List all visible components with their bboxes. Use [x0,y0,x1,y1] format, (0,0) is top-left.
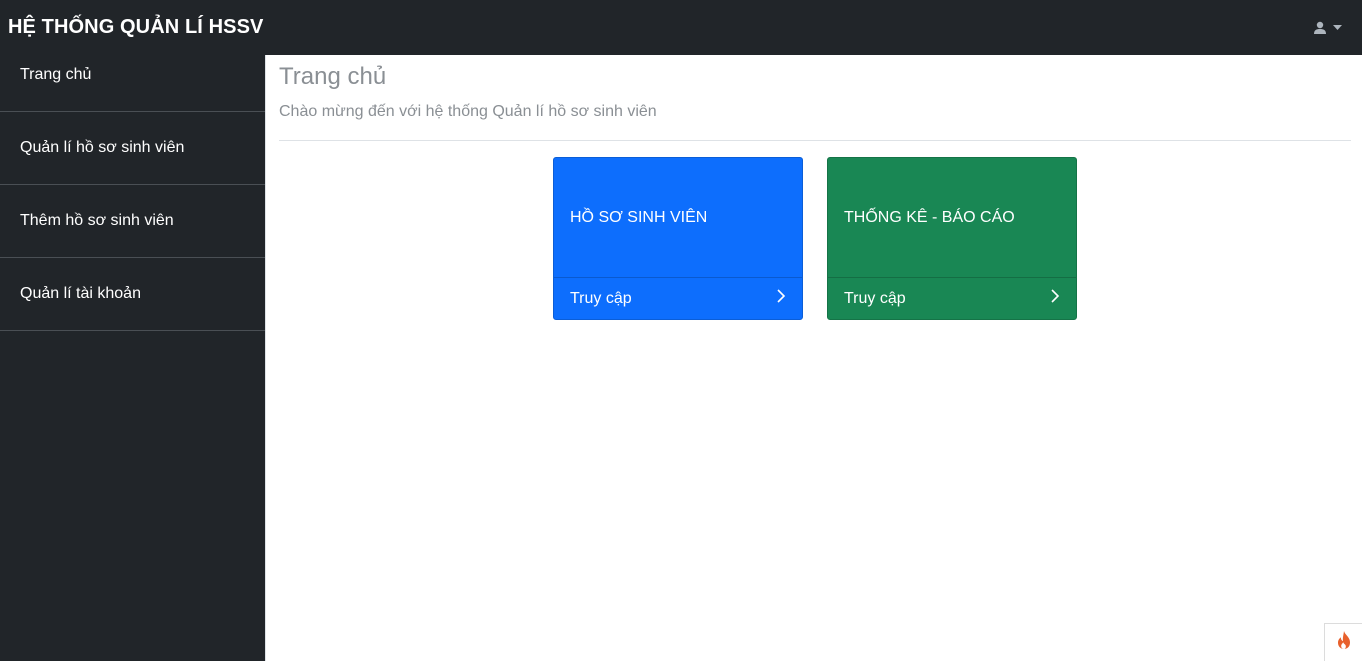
sidebar-item-label: Thêm hồ sơ sinh viên [20,212,174,229]
chevron-right-icon [1050,288,1060,309]
card-action-label: Truy cập [844,289,906,307]
debug-toolbar-toggle[interactable] [1324,623,1362,661]
sidebar-item-label: Trang chủ [20,66,92,83]
student-records-card: HỒ SƠ SINH VIÊN Truy cập [553,157,803,320]
sidebar-item-manage-student-records[interactable]: Quản lí hồ sơ sinh viên [0,112,265,185]
top-navbar: HỆ THỐNG QUẢN LÍ HSSV [0,0,1362,55]
flame-icon [1335,630,1353,655]
statistics-report-access-link[interactable]: Truy cập [828,277,1076,319]
user-icon [1313,21,1327,35]
card-title: THỐNG KÊ - BÁO CÁO [844,209,1015,226]
card-title: HỒ SƠ SINH VIÊN [570,209,708,226]
sidebar-item-home[interactable]: Trang chủ [0,55,265,112]
sidebar-item-label: Quản lí hồ sơ sinh viên [20,139,185,156]
student-records-access-link[interactable]: Truy cập [554,277,802,319]
user-menu-toggle[interactable] [1313,21,1342,35]
sidebar-item-manage-accounts[interactable]: Quản lí tài khoản [0,258,265,331]
sidebar-item-label: Quản lí tài khoản [20,285,141,302]
statistics-report-card: THỐNG KÊ - BÁO CÁO Truy cập [827,157,1077,320]
caret-down-icon [1333,24,1342,31]
sidebar: Trang chủ Quản lí hồ sơ sinh viên Thêm h… [0,55,265,661]
sidebar-item-add-student-record[interactable]: Thêm hồ sơ sinh viên [0,185,265,258]
card-action-label: Truy cập [570,289,632,307]
chevron-right-icon [776,288,786,309]
divider [279,140,1351,141]
page-subtitle: Chào mừng đến với hệ thống Quản lí hồ sơ… [279,103,657,120]
page-title: Trang chủ [279,63,387,90]
app-brand[interactable]: HỆ THỐNG QUẢN LÍ HSSV [8,16,263,39]
main-content: Trang chủ Chào mừng đến với hệ thống Quả… [265,55,1362,661]
